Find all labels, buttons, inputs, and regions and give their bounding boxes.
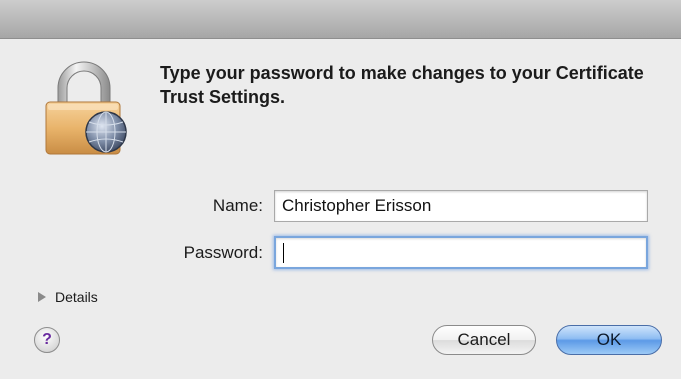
authentication-dialog: Type your password to make changes to yo… bbox=[0, 0, 681, 379]
details-disclosure[interactable]: Details bbox=[38, 287, 98, 307]
help-icon: ? bbox=[42, 331, 52, 348]
name-label: Name: bbox=[212, 196, 263, 215]
details-label: Details bbox=[55, 289, 98, 305]
disclosure-triangle-icon[interactable] bbox=[38, 292, 46, 302]
password-label: Password: bbox=[183, 243, 263, 262]
text-caret bbox=[283, 243, 284, 263]
password-field[interactable] bbox=[274, 236, 648, 269]
window-titlebar[interactable] bbox=[0, 0, 681, 39]
dialog-message: Type your password to make changes to yo… bbox=[160, 63, 644, 107]
globe-icon bbox=[85, 111, 127, 153]
name-field[interactable]: Christopher Erisson bbox=[274, 190, 648, 222]
help-button[interactable]: ? bbox=[34, 327, 60, 353]
cancel-button[interactable]: Cancel bbox=[432, 325, 536, 355]
lock-icon bbox=[45, 61, 127, 155]
ok-button[interactable]: OK bbox=[556, 325, 662, 355]
